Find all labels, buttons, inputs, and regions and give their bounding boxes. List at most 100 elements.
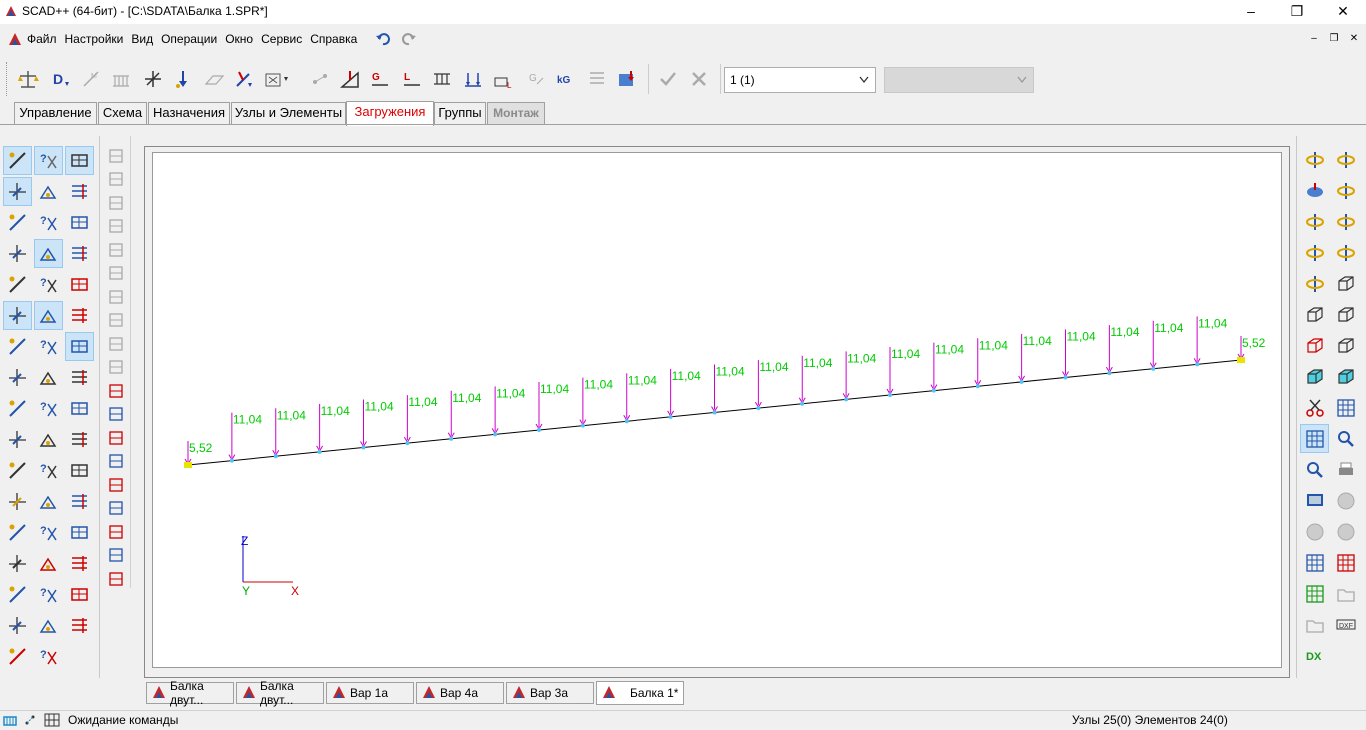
secondary-tool-1-icon[interactable] — [101, 144, 130, 167]
node-dots-icon[interactable] — [307, 66, 333, 92]
cube-icon[interactable] — [65, 425, 94, 454]
distributed-load-icon[interactable] — [108, 66, 134, 92]
model-canvas[interactable]: 5,52 11,04 11,04 11,04 11,04 11,04 11,04 11,04 1… — [152, 152, 1282, 668]
zoom-icon[interactable] — [1331, 424, 1360, 453]
beam-arrow-icon[interactable] — [34, 301, 63, 330]
box-profile-icon[interactable] — [65, 580, 94, 609]
triangle-icon[interactable] — [65, 301, 94, 330]
beam-uniform-icon[interactable] — [429, 66, 455, 92]
support-marker[interactable] — [184, 462, 192, 468]
secondary-tool-13-icon[interactable] — [101, 426, 130, 449]
node-point[interactable] — [931, 388, 936, 393]
query-nodes-icon[interactable] — [34, 487, 63, 516]
support-load-icon[interactable] — [337, 66, 363, 92]
cancel-x-icon[interactable] — [686, 66, 712, 92]
node-point[interactable] — [756, 406, 761, 411]
force-arrow-icon[interactable]: ? — [34, 642, 63, 671]
menu-view[interactable]: Вид — [127, 28, 157, 50]
support-marker[interactable] — [1237, 357, 1245, 363]
model-view[interactable]: 5,52 11,04 11,04 11,04 11,04 11,04 11,04 11,04 1… — [153, 153, 1281, 667]
g-transfer-icon[interactable]: G — [523, 66, 549, 92]
menu-settings[interactable]: Настройки — [61, 28, 128, 50]
cross-node2-icon[interactable]: ? — [34, 270, 63, 299]
mdi-minimize-button[interactable]: – — [1306, 31, 1322, 47]
sum-arrows-icon[interactable] — [3, 642, 32, 671]
scales-icon[interactable] — [15, 66, 41, 92]
tab-nodes-elements[interactable]: Узлы и Элементы — [231, 102, 346, 124]
secondary-tool-10-icon[interactable] — [101, 356, 130, 379]
minimize-button[interactable]: – — [1228, 0, 1274, 24]
document-tab[interactable]: Балка 1* — [596, 681, 684, 705]
node-point[interactable] — [844, 397, 849, 402]
document-tab[interactable]: Балка двут... — [236, 679, 324, 707]
tab-groups[interactable]: Группы — [434, 102, 486, 124]
frame-load-icon[interactable] — [3, 332, 32, 361]
maximize-button[interactable]: ❐ — [1274, 0, 1320, 24]
secondary-tool-14-icon[interactable] — [101, 450, 130, 473]
node-point[interactable] — [1151, 366, 1156, 371]
secondary-tool-17-icon[interactable] — [101, 520, 130, 543]
secondary-tool-6-icon[interactable] — [101, 262, 130, 285]
grid-gray-icon[interactable] — [65, 394, 94, 423]
close-button[interactable]: ✕ — [1320, 0, 1366, 24]
query-arrow-icon[interactable]: ? — [34, 332, 63, 361]
status-grid-icon[interactable] — [44, 713, 60, 727]
t-profile-icon[interactable]: ? — [34, 580, 63, 609]
node-point[interactable] — [712, 410, 717, 415]
secondary-tool-8-icon[interactable] — [101, 309, 130, 332]
cube-outline-icon[interactable]: ? — [34, 456, 63, 485]
kg-icon[interactable]: kG — [553, 66, 579, 92]
mdi-close-button[interactable]: ✕ — [1346, 31, 1362, 47]
node-point[interactable] — [449, 436, 454, 441]
cross-arrows-icon[interactable] — [34, 363, 63, 392]
node-point[interactable] — [580, 423, 585, 428]
zoom-off-icon[interactable] — [1300, 455, 1329, 484]
menu-window[interactable]: Окно — [221, 28, 257, 50]
secondary-tool-5-icon[interactable] — [101, 238, 130, 261]
tab-scheme[interactable]: Схема — [98, 102, 147, 124]
node-point[interactable] — [405, 441, 410, 446]
rotate-z2-icon[interactable] — [1300, 238, 1329, 267]
query-r-icon[interactable] — [3, 239, 32, 268]
chart-icon[interactable] — [65, 549, 94, 578]
query-te-icon[interactable] — [65, 208, 94, 237]
node-point[interactable] — [888, 393, 892, 397]
color-grid-icon[interactable] — [3, 580, 32, 609]
node-point[interactable] — [668, 414, 673, 419]
document-tab[interactable]: Вар 4а — [416, 682, 504, 704]
document-tab[interactable]: Балка двут... — [146, 679, 234, 707]
grid-dots-icon[interactable] — [3, 425, 32, 454]
mdi-restore-button[interactable]: ❐ — [1326, 31, 1342, 47]
table-icon[interactable] — [3, 549, 32, 578]
rotate-x-icon[interactable] — [1331, 176, 1360, 205]
scissors-icon[interactable] — [1300, 393, 1329, 422]
secondary-tool-12-icon[interactable] — [101, 403, 130, 426]
secondary-tool-11-icon[interactable] — [101, 379, 130, 402]
secondary-tool-19-icon[interactable] — [101, 567, 130, 590]
node-point[interactable] — [624, 419, 629, 424]
node-load-icon[interactable] — [140, 66, 166, 92]
sum-icon[interactable] — [65, 611, 94, 640]
query-grid-icon[interactable] — [65, 239, 94, 268]
folder2-icon[interactable] — [1300, 610, 1329, 639]
rotate-x2-icon[interactable] — [1300, 207, 1329, 236]
node-point[interactable] — [1019, 379, 1024, 384]
node-point[interactable] — [1063, 375, 1068, 380]
status-model-icon[interactable] — [3, 713, 17, 727]
secondary-tool-7-icon[interactable] — [101, 285, 130, 308]
node-point[interactable] — [975, 384, 980, 389]
list-transfer-icon[interactable] — [584, 66, 610, 92]
load-table-icon[interactable]: L — [491, 66, 517, 92]
pencil-icon[interactable] — [3, 146, 32, 175]
menu-service[interactable]: Сервис — [257, 28, 306, 50]
folder-icon[interactable] — [1331, 579, 1360, 608]
rotate-3d-icon[interactable] — [1331, 145, 1360, 174]
plate-load-icon[interactable] — [201, 66, 227, 92]
cross-arrows2-icon[interactable] — [65, 363, 94, 392]
red-table-icon[interactable] — [34, 549, 63, 578]
diagonal-icon[interactable] — [3, 394, 32, 423]
circle2-icon[interactable] — [1331, 517, 1360, 546]
menu-operations[interactable]: Операции — [157, 28, 221, 50]
grid-color-icon[interactable]: ? — [34, 394, 63, 423]
moment-icon[interactable]: M — [78, 66, 104, 92]
